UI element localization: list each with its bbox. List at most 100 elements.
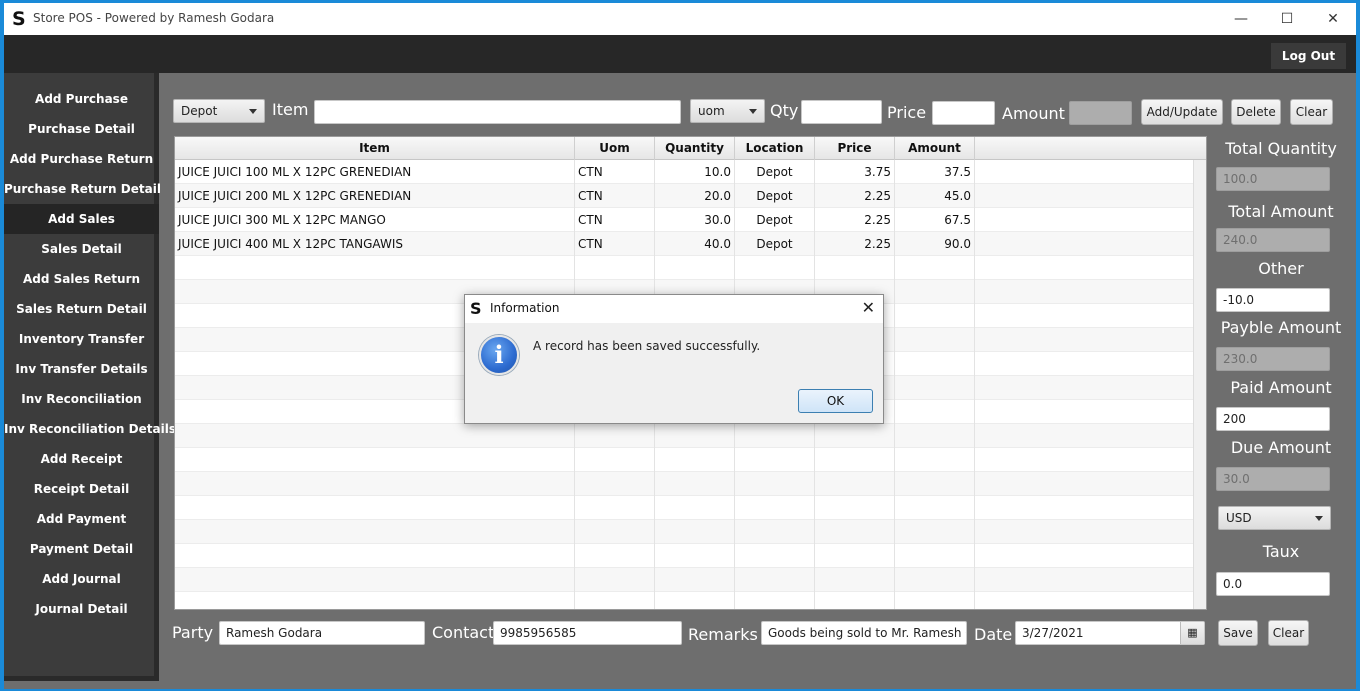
- taux-input[interactable]: 0.0: [1216, 572, 1330, 596]
- window-title: Store POS - Powered by Ramesh Godara: [33, 11, 275, 25]
- app-logo-icon: S: [470, 299, 482, 318]
- sidebar-item-add-sales-return[interactable]: Add Sales Return: [4, 264, 159, 294]
- col-header-location[interactable]: Location: [735, 137, 815, 160]
- sidebar-item-add-journal[interactable]: Add Journal: [4, 564, 159, 594]
- top-bar: Log Out: [4, 35, 1356, 73]
- sidebar-item-inventory-transfer[interactable]: Inventory Transfer: [4, 324, 159, 354]
- close-icon[interactable]: ✕: [1310, 3, 1356, 35]
- table-header: Item Uom Quantity Location Price Amount: [175, 137, 1206, 160]
- cell-amount: 67.5: [895, 208, 975, 232]
- amount-label: Amount: [1002, 104, 1065, 123]
- information-dialog: S Information ✕ i A record has been save…: [464, 294, 884, 424]
- app-logo-icon: S: [12, 8, 26, 30]
- currency-select-value: USD: [1226, 511, 1252, 525]
- cell-item: JUICE JUICI 300 ML X 12PC MANGO: [175, 208, 575, 232]
- contact-input[interactable]: 9985956585: [493, 621, 682, 645]
- cell-amount: 45.0: [895, 184, 975, 208]
- sidebar-item-purchase-return-detail[interactable]: Purchase Return Detail: [4, 174, 161, 204]
- cell-price: 2.25: [815, 184, 895, 208]
- location-select-value: Depot: [181, 104, 218, 118]
- date-value: 3/27/2021: [1022, 626, 1084, 640]
- sidebar-item-inv-reconciliation[interactable]: Inv Reconciliation: [4, 384, 159, 414]
- uom-select[interactable]: uom: [690, 99, 765, 123]
- clear-form-button[interactable]: Clear: [1268, 620, 1309, 646]
- col-header-amount[interactable]: Amount: [895, 137, 975, 160]
- table-row-empty: [175, 568, 1206, 592]
- sidebar-item-add-payment[interactable]: Add Payment: [4, 504, 159, 534]
- cell-uom: CTN: [575, 208, 655, 232]
- currency-select[interactable]: USD: [1218, 506, 1331, 530]
- sidebar-item-add-receipt[interactable]: Add Receipt: [4, 444, 159, 474]
- total-quantity-label: Total Quantity: [1225, 139, 1337, 158]
- cell-price: 2.25: [815, 232, 895, 256]
- cell-item: JUICE JUICI 400 ML X 12PC TANGAWIS: [175, 232, 575, 256]
- remarks-input[interactable]: Goods being sold to Mr. Ramesh Go: [761, 621, 967, 645]
- sidebar-item-inv-transfer-details[interactable]: Inv Transfer Details: [4, 354, 159, 384]
- table-scrollbar[interactable]: [1193, 160, 1206, 609]
- other-input[interactable]: -10.0: [1216, 288, 1330, 312]
- payable-amount-field: 230.0: [1216, 347, 1330, 371]
- minimize-icon[interactable]: —: [1218, 3, 1264, 35]
- sidebar-item-inv-reconciliation-details[interactable]: Inv Reconciliation Details: [4, 414, 176, 444]
- col-header-quantity[interactable]: Quantity: [655, 137, 735, 160]
- cell-location: Depot: [735, 160, 815, 184]
- col-header-uom[interactable]: Uom: [575, 137, 655, 160]
- sidebar: Add Purchase Purchase Detail Add Purchas…: [4, 73, 176, 681]
- sidebar-item-purchase-detail[interactable]: Purchase Detail: [4, 114, 159, 144]
- uom-select-value: uom: [698, 104, 725, 118]
- app-window: S Store POS - Powered by Ramesh Godara —…: [4, 3, 1356, 689]
- col-header-price[interactable]: Price: [815, 137, 895, 160]
- sidebar-item-journal-detail[interactable]: Journal Detail: [4, 594, 159, 624]
- sidebar-item-sales-return-detail[interactable]: Sales Return Detail: [4, 294, 159, 324]
- cell-price: 2.25: [815, 208, 895, 232]
- paid-amount-input[interactable]: 200: [1216, 407, 1330, 431]
- dialog-message: A record has been saved successfully.: [533, 339, 761, 353]
- cell-price: 3.75: [815, 160, 895, 184]
- qty-input[interactable]: [801, 100, 882, 124]
- table-row-empty: [175, 256, 1206, 280]
- sidebar-item-sales-detail[interactable]: Sales Detail: [4, 234, 159, 264]
- party-input[interactable]: Ramesh Godara: [219, 621, 425, 645]
- contact-label: Contact: [432, 623, 495, 642]
- cell-location: Depot: [735, 184, 815, 208]
- sidebar-item-add-purchase-return[interactable]: Add Purchase Return: [4, 144, 159, 174]
- logout-button[interactable]: Log Out: [1271, 43, 1346, 69]
- date-picker[interactable]: 3/27/2021 ▦: [1015, 621, 1205, 645]
- col-header-item[interactable]: Item: [175, 137, 575, 160]
- cell-uom: CTN: [575, 160, 655, 184]
- price-label: Price: [887, 103, 927, 122]
- cell-uom: CTN: [575, 232, 655, 256]
- table-row[interactable]: JUICE JUICI 300 ML X 12PC MANGO CTN 30.0…: [175, 208, 1206, 232]
- table-row[interactable]: JUICE JUICI 100 ML X 12PC GRENEDIAN CTN …: [175, 160, 1206, 184]
- cell-uom: CTN: [575, 184, 655, 208]
- location-select[interactable]: Depot: [173, 99, 265, 123]
- ok-button[interactable]: OK: [798, 389, 873, 413]
- cell-location: Depot: [735, 232, 815, 256]
- delete-button[interactable]: Delete: [1231, 99, 1281, 125]
- cell-item: JUICE JUICI 200 ML X 12PC GRENEDIAN: [175, 184, 575, 208]
- table-row[interactable]: JUICE JUICI 400 ML X 12PC TANGAWIS CTN 4…: [175, 232, 1206, 256]
- sidebar-item-add-purchase[interactable]: Add Purchase: [4, 84, 159, 114]
- party-label: Party: [172, 623, 214, 642]
- remarks-label: Remarks: [688, 625, 758, 644]
- item-input[interactable]: [314, 100, 681, 124]
- title-bar: S Store POS - Powered by Ramesh Godara —…: [4, 3, 1356, 35]
- sidebar-item-add-sales[interactable]: Add Sales: [4, 204, 159, 234]
- calendar-icon[interactable]: ▦: [1180, 622, 1204, 644]
- cell-amount: 90.0: [895, 232, 975, 256]
- price-input[interactable]: [932, 101, 995, 125]
- maximize-icon[interactable]: ☐: [1264, 3, 1310, 35]
- table-row-empty: [175, 472, 1206, 496]
- total-amount-label: Total Amount: [1228, 202, 1334, 221]
- table-row[interactable]: JUICE JUICI 200 ML X 12PC GRENEDIAN CTN …: [175, 184, 1206, 208]
- save-button[interactable]: Save: [1218, 620, 1258, 646]
- table-row-empty: [175, 424, 1206, 448]
- sidebar-item-payment-detail[interactable]: Payment Detail: [4, 534, 159, 564]
- cell-location: Depot: [735, 208, 815, 232]
- qty-label: Qty: [770, 101, 799, 120]
- close-icon[interactable]: ✕: [862, 298, 875, 317]
- sidebar-item-receipt-detail[interactable]: Receipt Detail: [4, 474, 159, 504]
- amount-input: [1069, 101, 1132, 125]
- clear-entry-button[interactable]: Clear: [1290, 99, 1333, 125]
- add-update-button[interactable]: Add/Update: [1141, 99, 1223, 125]
